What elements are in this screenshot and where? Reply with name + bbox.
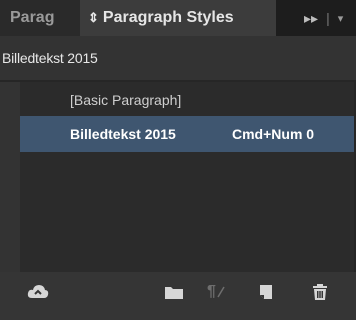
pilcrow-glyph: ¶ bbox=[207, 283, 216, 300]
tab-paragraph-styles[interactable]: ⇕ Paragraph Styles bbox=[80, 0, 276, 36]
folder-icon[interactable] bbox=[160, 278, 188, 306]
tab-paragraph-styles-label: Paragraph Styles bbox=[102, 9, 234, 26]
tab-paragraph[interactable]: Parag bbox=[0, 0, 80, 36]
trash-icon[interactable] bbox=[306, 278, 334, 306]
new-style-icon[interactable] bbox=[252, 278, 280, 306]
list-gutter bbox=[0, 82, 20, 272]
list-item-selected[interactable]: Billedtekst 2015 Cmd+Num 0 bbox=[20, 116, 356, 152]
style-name: [Basic Paragraph] bbox=[70, 92, 182, 108]
style-name: Billedtekst 2015 bbox=[70, 126, 176, 142]
list-item[interactable]: [Basic Paragraph] bbox=[20, 82, 356, 118]
separator-icon: | bbox=[326, 10, 330, 26]
panel-tools: ▸▸ | ▾ bbox=[276, 0, 356, 36]
paragraph-styles-panel: Parag ⇕ Paragraph Styles ▸▸ | ▾ Billedte… bbox=[0, 0, 356, 320]
expand-panel-icon[interactable]: ▸▸ bbox=[304, 10, 318, 27]
current-style-label: Billedtekst 2015 bbox=[0, 36, 356, 80]
cloud-icon[interactable] bbox=[24, 278, 52, 306]
updown-arrows-icon: ⇕ bbox=[88, 10, 99, 25]
panel-tab-strip: Parag ⇕ Paragraph Styles ▸▸ | ▾ bbox=[0, 0, 356, 36]
panel-menu-icon[interactable]: ▾ bbox=[338, 12, 344, 25]
pilcrow-override-icon[interactable]: ¶ bbox=[202, 278, 230, 306]
styles-list: [Basic Paragraph] Billedtekst 2015 Cmd+N… bbox=[20, 82, 356, 272]
bottom-toolbar: ¶ bbox=[0, 272, 356, 320]
tab-paragraph-label: Parag bbox=[10, 9, 55, 26]
style-shortcut: Cmd+Num 0 bbox=[232, 126, 315, 142]
